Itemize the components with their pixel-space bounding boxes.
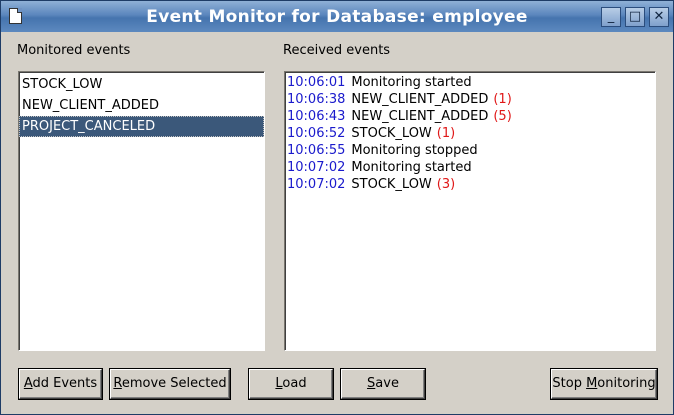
title-bar[interactable]: Event Monitor for Database: employee _ □… (1, 1, 673, 32)
remove-selected-button[interactable]: Remove Selected (110, 369, 230, 399)
event-message: STOCK_LOW (351, 177, 432, 192)
event-time: 10:06:01 (287, 75, 346, 90)
stop-monitoring-label: onitoring (597, 376, 656, 391)
event-time: 10:07:02 (287, 177, 346, 192)
event-time: 10:06:43 (287, 109, 346, 124)
window-title: Event Monitor for Database: employee (146, 7, 528, 27)
event-message: Monitoring stopped (351, 143, 478, 158)
event-row[interactable]: 10:06:55 Monitoring stopped (285, 142, 655, 159)
event-row[interactable]: 10:07:02 Monitoring started (285, 159, 655, 176)
event-message: Monitoring started (351, 160, 472, 175)
event-message: Monitoring started (351, 75, 472, 90)
event-monitor-window: Event Monitor for Database: employee _ □… (0, 0, 674, 415)
monitored-events-list[interactable]: STOCK_LOW NEW_CLIENT_ADDED PROJECT_CANCELE… (18, 71, 265, 351)
list-item[interactable]: STOCK_LOW (19, 74, 264, 95)
event-count: (1) (436, 126, 456, 141)
event-row[interactable]: 10:06:38 NEW_CLIENT_ADDED (1) (285, 91, 655, 108)
minimize-button[interactable]: _ (601, 7, 621, 27)
close-button[interactable]: ✕ (649, 7, 669, 27)
event-message: STOCK_LOW (351, 126, 432, 141)
event-row[interactable]: 10:06:52 STOCK_LOW (1) (285, 125, 655, 142)
received-events-label: Received events (283, 43, 391, 58)
event-message: NEW_CLIENT_ADDED (351, 109, 489, 124)
save-label: ave (375, 376, 399, 391)
load-label: oad (282, 376, 307, 391)
event-row[interactable]: 10:06:43 NEW_CLIENT_ADDED (5) (285, 108, 655, 125)
event-count: (3) (436, 177, 456, 192)
add-events-label: dd Events (32, 376, 98, 391)
event-count: (5) (493, 109, 512, 124)
stop-monitoring-prefix: Stop (552, 376, 587, 391)
event-time: 10:06:52 (287, 126, 346, 141)
add-events-mnemonic: A (23, 376, 33, 391)
remove-selected-label: emove Selected (121, 376, 227, 391)
event-row[interactable]: 10:07:02 STOCK_LOW (3) (285, 176, 655, 193)
event-time: 10:06:55 (287, 143, 346, 158)
remove-selected-mnemonic: R (113, 376, 122, 391)
event-message: NEW_CLIENT_ADDED (351, 92, 489, 107)
received-events-list[interactable]: 10:06:01 Monitoring started 10:06:38 NEW_CL… (284, 71, 656, 351)
stop-monitoring-button[interactable]: Stop Monitoring (551, 369, 657, 399)
event-time: 10:06:38 (287, 92, 346, 107)
list-item[interactable]: NEW_CLIENT_ADDED (19, 95, 264, 116)
stop-monitoring-mnemonic: M (586, 376, 598, 391)
list-item[interactable]: PROJECT_CANCELED (19, 116, 264, 137)
event-time: 10:07:02 (287, 160, 346, 175)
monitored-events-label: Monitored events (17, 43, 131, 58)
event-count: (1) (493, 92, 512, 107)
save-button[interactable]: Save (341, 369, 425, 399)
event-row[interactable]: 10:06:01 Monitoring started (285, 74, 655, 91)
maximize-button[interactable]: □ (625, 7, 645, 27)
add-events-button[interactable]: Add Events (19, 369, 102, 399)
load-button[interactable]: Load (249, 369, 333, 399)
